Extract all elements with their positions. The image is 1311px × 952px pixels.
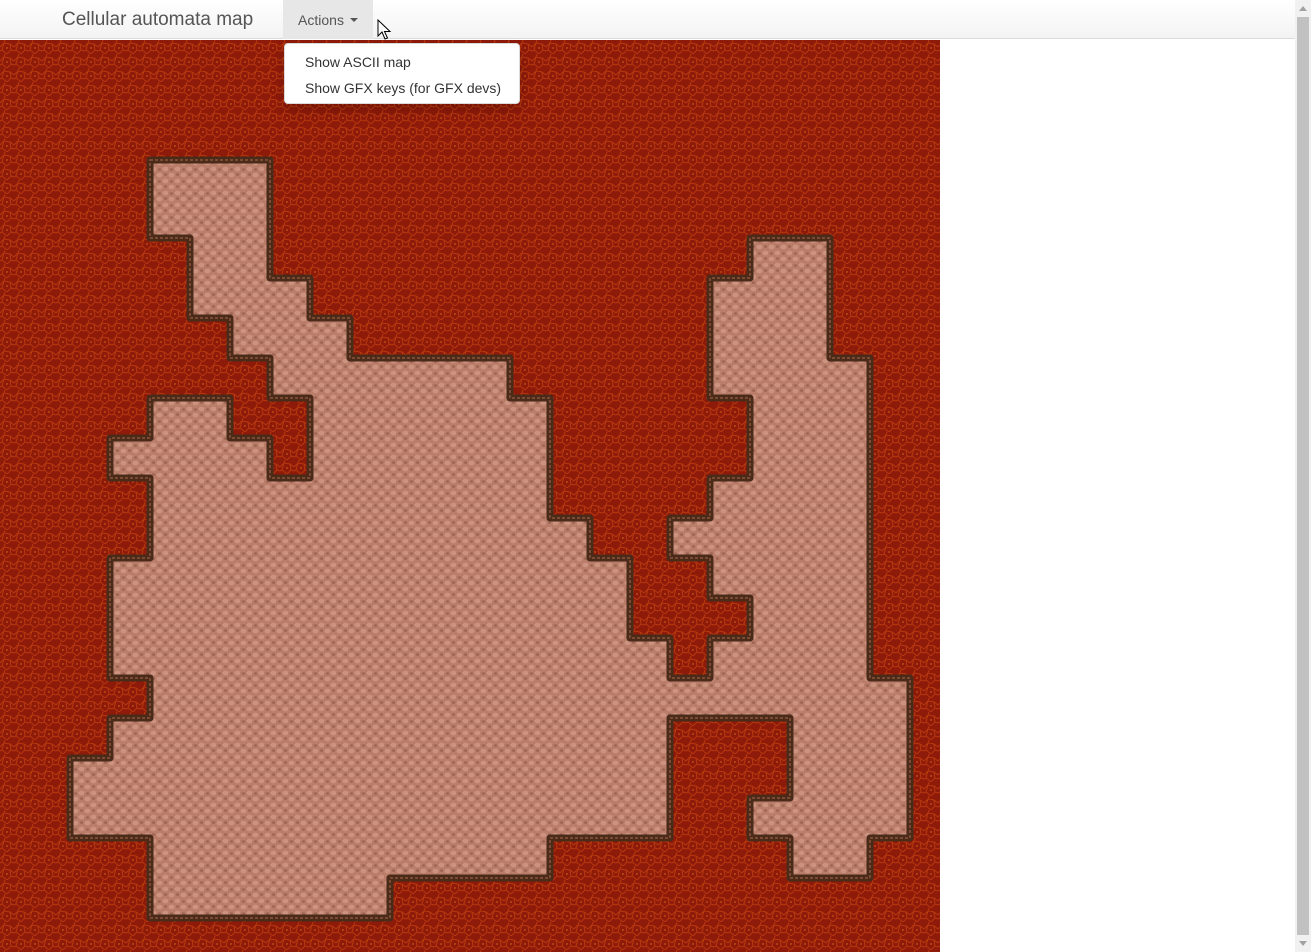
mouse-cursor-icon: [377, 19, 391, 40]
menu-item-show-ascii-map[interactable]: Show ASCII map: [285, 50, 519, 76]
menu-item-show-gfx-keys[interactable]: Show GFX keys (for GFX devs): [285, 76, 519, 102]
brand-title[interactable]: Cellular automata map: [62, 9, 253, 31]
cellular-automata-map: [0, 40, 940, 952]
actions-label: Actions: [298, 11, 344, 28]
map-canvas: [0, 40, 940, 952]
navbar: Cellular automata map Actions: [0, 0, 1295, 39]
actions-dropdown-toggle[interactable]: Actions: [283, 0, 373, 39]
vertical-scrollbar[interactable]: [1295, 0, 1311, 952]
scroll-up-arrow-icon[interactable]: [1299, 6, 1307, 11]
actions-dropdown-menu: Show ASCII map Show GFX keys (for GFX de…: [284, 43, 520, 104]
scroll-down-arrow-icon[interactable]: [1299, 941, 1307, 946]
caret-down-icon: [349, 17, 358, 22]
scrollbar-thumb[interactable]: [1297, 17, 1309, 935]
